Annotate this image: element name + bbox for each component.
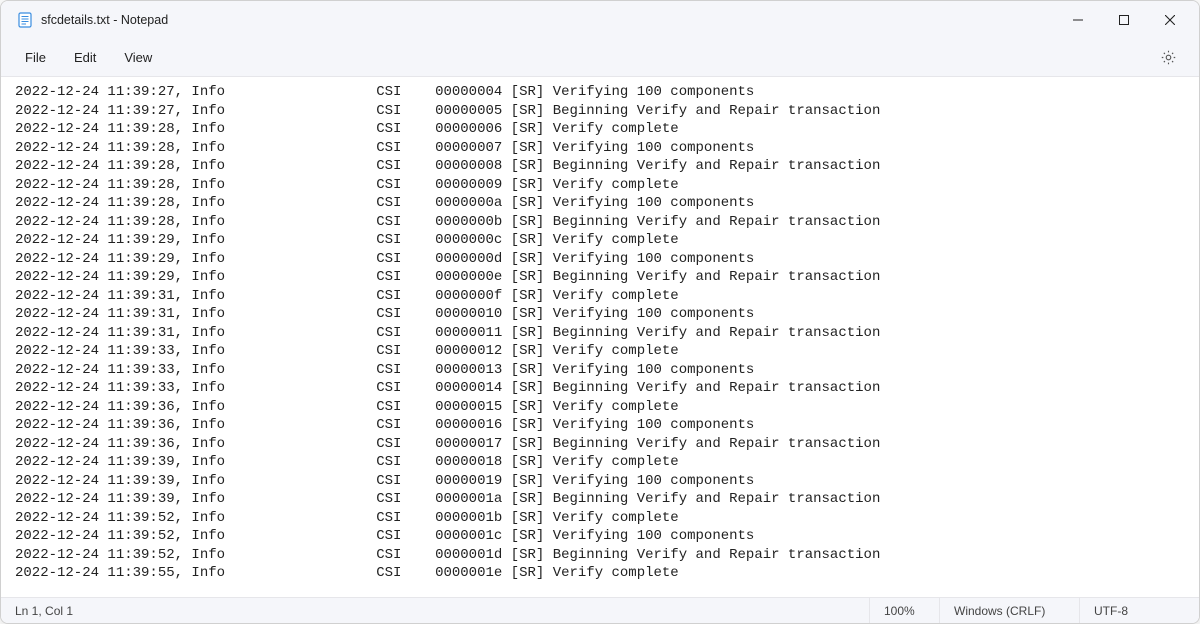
maximize-button[interactable] (1101, 4, 1147, 36)
status-encoding: UTF-8 (1079, 598, 1199, 623)
menu-file[interactable]: File (13, 44, 58, 71)
titlebar: sfcdetails.txt - Notepad (1, 1, 1199, 39)
window-title: sfcdetails.txt - Notepad (41, 13, 168, 27)
menubar: File Edit View (1, 39, 1199, 77)
editor-area[interactable]: 2022-12-24 11:39:27, Info CSI 00000004 [… (1, 77, 1199, 597)
gear-icon[interactable] (1159, 49, 1177, 67)
window-controls (1055, 4, 1193, 36)
statusbar: Ln 1, Col 1 100% Windows (CRLF) UTF-8 (1, 597, 1199, 623)
menu-view[interactable]: View (112, 44, 164, 71)
notepad-window: sfcdetails.txt - Notepad File Edit View (0, 0, 1200, 624)
minimize-button[interactable] (1055, 4, 1101, 36)
status-cursor: Ln 1, Col 1 (1, 598, 87, 623)
status-zoom[interactable]: 100% (869, 598, 939, 623)
status-line-ending: Windows (CRLF) (939, 598, 1079, 623)
menu-edit[interactable]: Edit (62, 44, 108, 71)
text-content[interactable]: 2022-12-24 11:39:27, Info CSI 00000004 [… (1, 77, 1199, 597)
close-button[interactable] (1147, 4, 1193, 36)
notepad-app-icon (17, 12, 33, 28)
